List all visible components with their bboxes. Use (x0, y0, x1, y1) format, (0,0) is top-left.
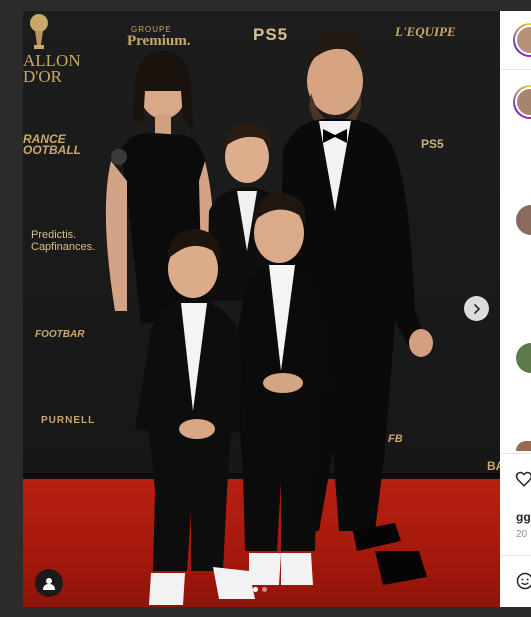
next-slide-button[interactable] (464, 296, 489, 321)
carousel-dot-1 (253, 587, 258, 592)
commenter-avatar[interactable] (516, 343, 531, 373)
user-tag-icon[interactable] (35, 569, 63, 597)
chevron-right-icon (473, 303, 480, 314)
post-image[interactable]: GROUPE Premium. PS5 L'EQUIPE ALLON D'OR … (23, 11, 500, 607)
carousel-dot-2 (262, 587, 267, 592)
emoji-icon[interactable] (516, 572, 531, 590)
actions-divider (500, 453, 531, 454)
commenter-avatar[interactable] (516, 441, 531, 451)
post-date: 20 (516, 529, 528, 540)
carousel-dots (253, 587, 267, 592)
likes-username[interactable]: gg (516, 510, 531, 524)
header-divider (500, 69, 531, 70)
commenter-avatar[interactable] (516, 205, 531, 235)
heart-icon[interactable] (515, 470, 531, 488)
comment-divider (500, 555, 531, 556)
family-photo (105, 30, 433, 605)
